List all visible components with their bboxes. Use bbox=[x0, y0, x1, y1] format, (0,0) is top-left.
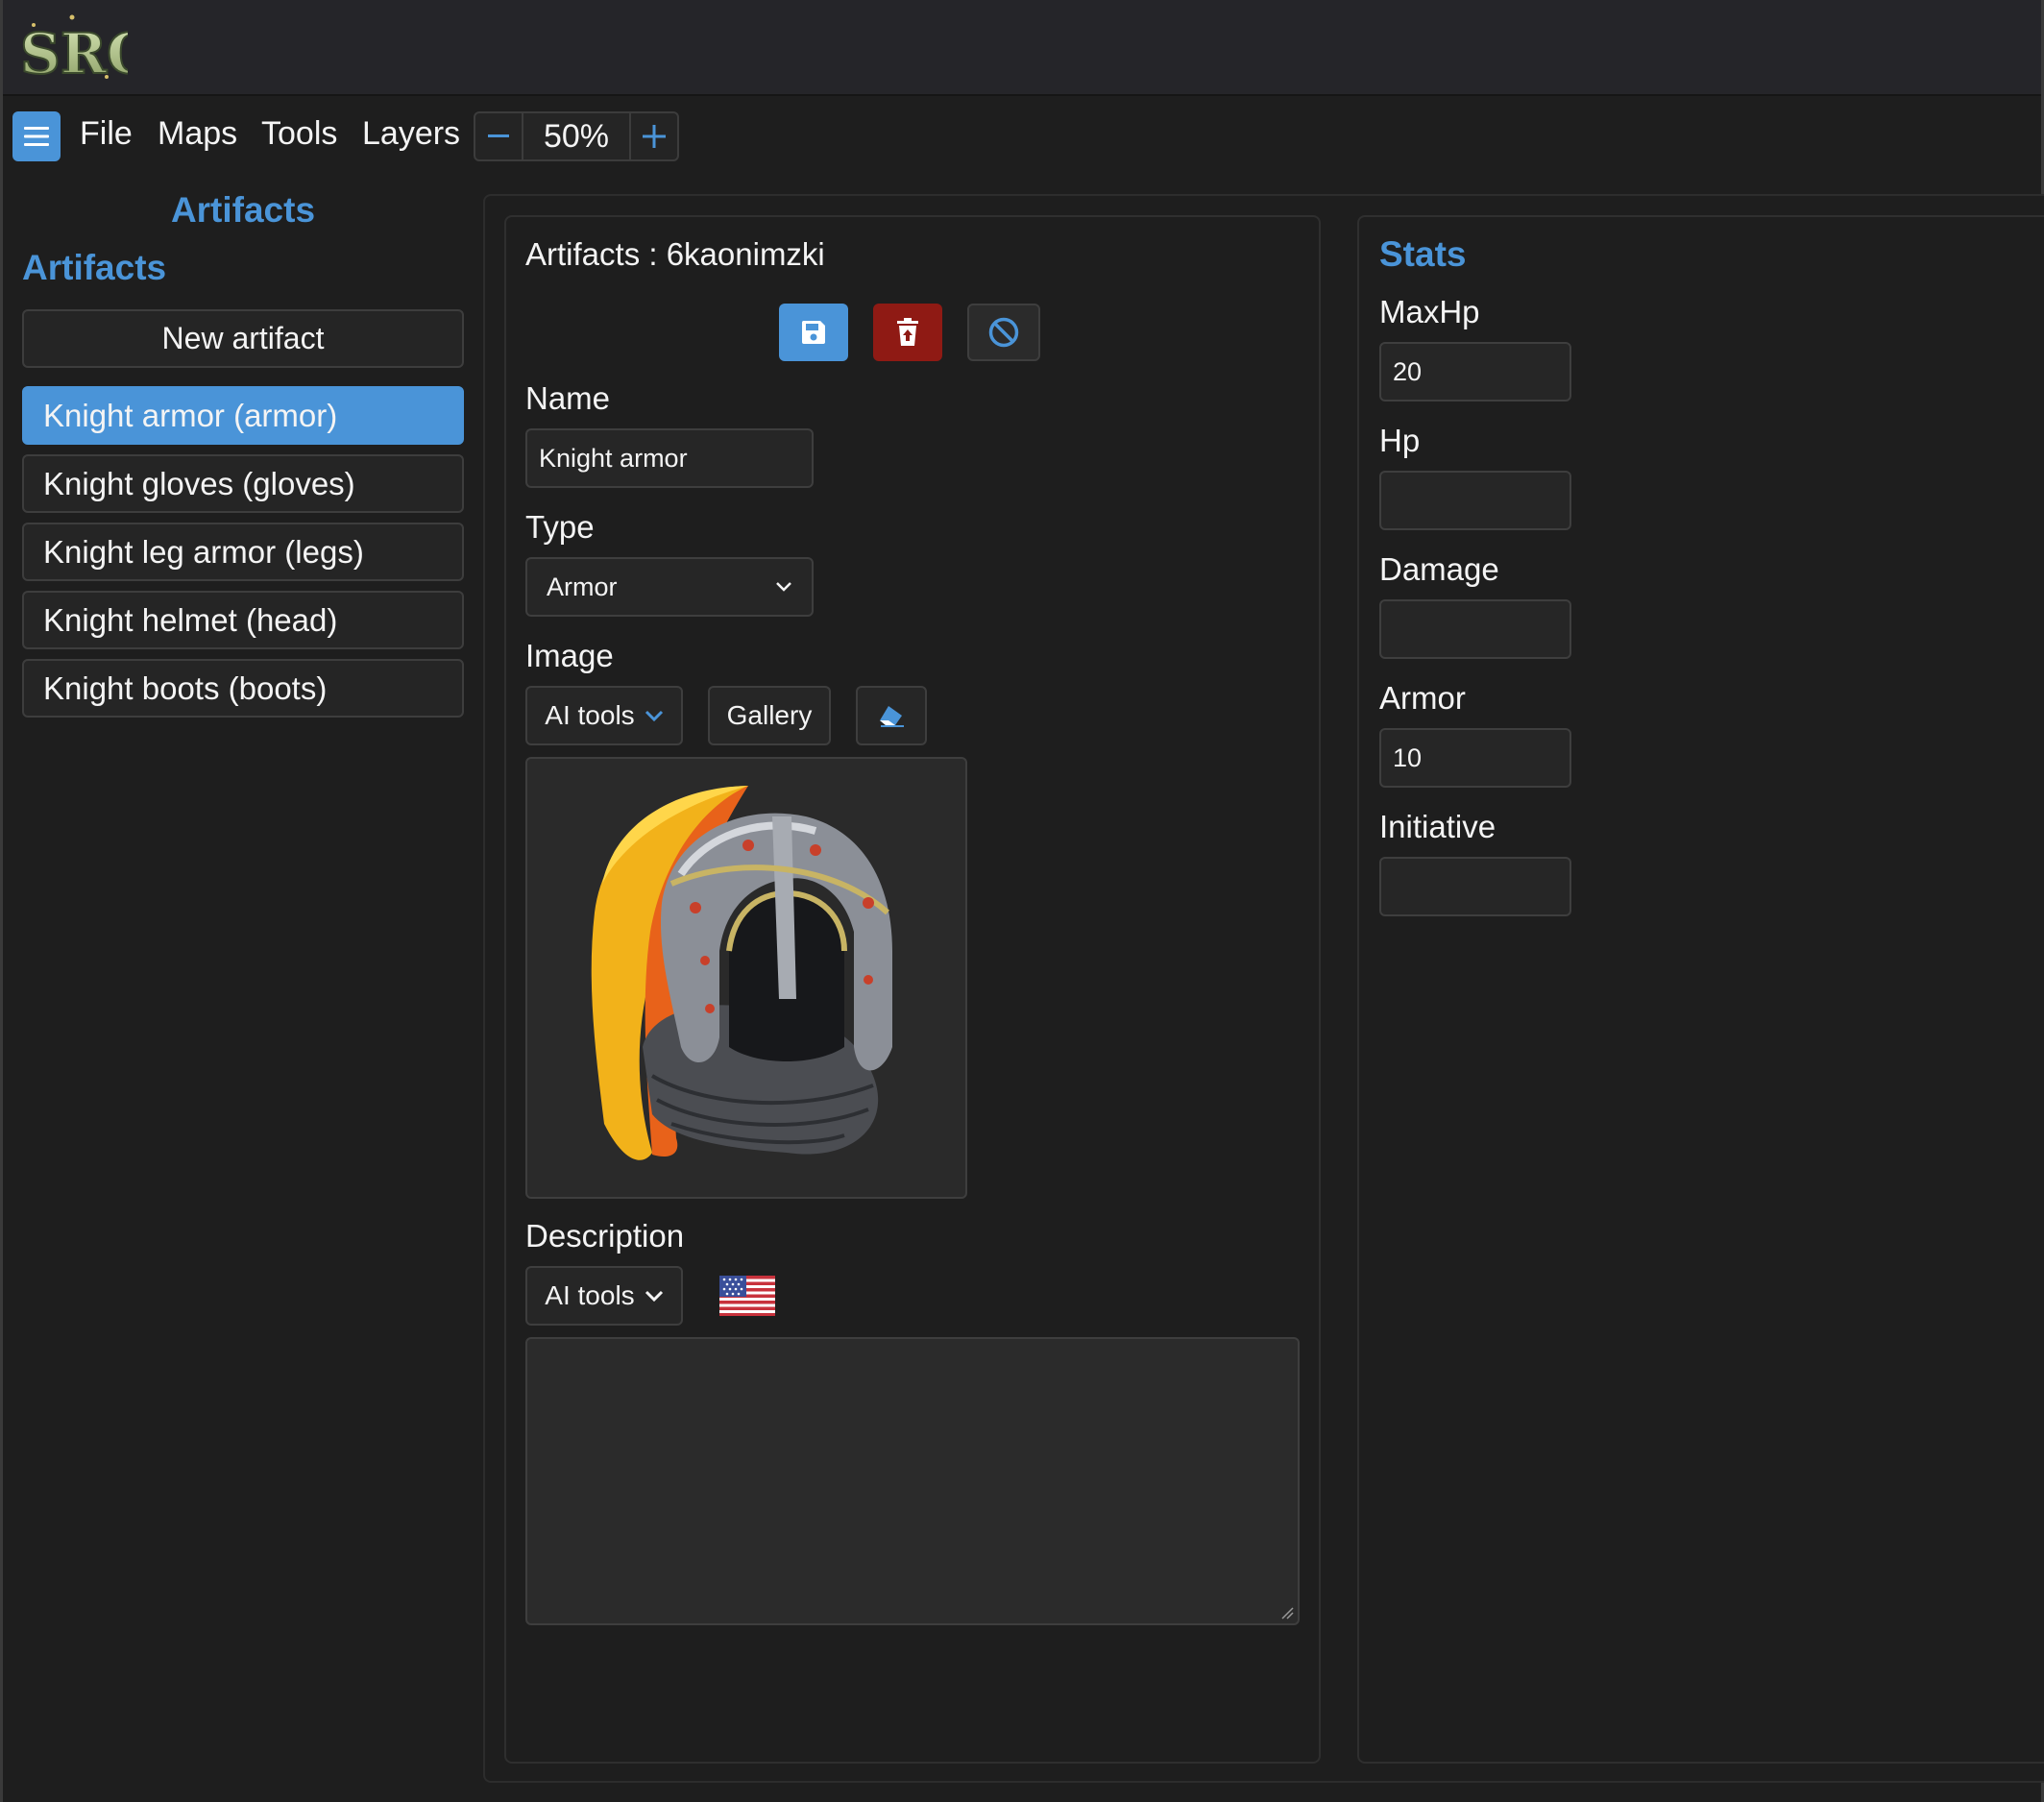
title-bar: SRQ bbox=[3, 0, 2041, 96]
artifact-list-item[interactable]: Knight boots (boots) bbox=[22, 659, 464, 718]
image-label: Image bbox=[525, 638, 614, 673]
name-label: Name bbox=[525, 380, 611, 416]
app-logo: SRQ bbox=[14, 10, 128, 88]
artifact-list-item[interactable]: Knight leg armor (legs) bbox=[22, 523, 464, 581]
chevron-down-icon bbox=[645, 1290, 663, 1302]
sidebar-title: Artifacts bbox=[170, 190, 316, 230]
helmet-image bbox=[591, 786, 892, 1160]
hp-input[interactable] bbox=[1379, 471, 1571, 530]
hamburger-icon bbox=[24, 127, 49, 146]
artifact-list-item[interactable]: Knight gloves (gloves) bbox=[22, 454, 464, 513]
image-ai-tools-label: AI tools bbox=[545, 700, 635, 730]
us-flag-icon[interactable] bbox=[719, 1276, 775, 1316]
app-window: SRQ File Maps Tools Layers 50% bbox=[0, 0, 2044, 1802]
menu-layers[interactable]: Layers bbox=[362, 115, 460, 153]
sidebar-subtitle: Artifacts bbox=[22, 248, 167, 287]
stats-card bbox=[1357, 215, 2044, 1764]
chevron-down-icon bbox=[645, 710, 663, 721]
damage-label: Damage bbox=[1379, 551, 1499, 587]
minus-icon bbox=[488, 134, 509, 137]
image-ai-tools-dropdown[interactable]: AI tools bbox=[525, 686, 683, 745]
menu-file[interactable]: File bbox=[80, 115, 133, 153]
description-ai-tools-label: AI tools bbox=[545, 1280, 635, 1310]
resize-handle-icon[interactable] bbox=[1278, 1604, 1294, 1619]
plus-icon bbox=[643, 125, 666, 148]
type-select[interactable]: Armor bbox=[525, 557, 814, 617]
svg-text:SRQ: SRQ bbox=[20, 21, 128, 86]
zoom-out-button[interactable] bbox=[474, 111, 523, 161]
description-ai-tools-dropdown[interactable]: AI tools bbox=[525, 1266, 683, 1326]
zoom-level: 50% bbox=[523, 111, 629, 161]
hp-label: Hp bbox=[1379, 423, 1421, 458]
armor-input[interactable]: 10 bbox=[1379, 728, 1571, 788]
chevron-down-icon bbox=[776, 582, 791, 592]
menu-toggle-button[interactable] bbox=[12, 111, 61, 161]
artifact-image-preview[interactable] bbox=[525, 757, 967, 1199]
save-icon bbox=[801, 321, 825, 344]
menu-bar: File Maps Tools Layers 50% bbox=[3, 98, 2041, 175]
initiative-label: Initiative bbox=[1379, 809, 1496, 844]
save-button[interactable] bbox=[779, 304, 848, 361]
new-artifact-button[interactable]: New artifact bbox=[22, 309, 464, 368]
cancel-button[interactable] bbox=[967, 304, 1040, 361]
zoom-in-button[interactable] bbox=[629, 111, 679, 161]
eraser-icon bbox=[880, 706, 904, 727]
type-select-value: Armor bbox=[547, 572, 618, 601]
menu-maps[interactable]: Maps bbox=[158, 115, 237, 153]
artifact-list-item[interactable]: Knight helmet (head) bbox=[22, 591, 464, 649]
editor-heading: Artifacts : 6kaonimzki bbox=[525, 236, 825, 272]
stats-heading: Stats bbox=[1379, 234, 1467, 274]
menu-tools[interactable]: Tools bbox=[261, 115, 337, 153]
maxhp-input[interactable]: 20 bbox=[1379, 342, 1571, 402]
description-label: Description bbox=[525, 1218, 685, 1254]
artifact-list-item[interactable]: Knight armor (armor) bbox=[22, 386, 464, 445]
eraser-button[interactable] bbox=[856, 686, 927, 745]
ban-icon bbox=[988, 317, 1019, 348]
description-textarea[interactable] bbox=[525, 1337, 1300, 1625]
type-label: Type bbox=[525, 509, 595, 545]
maxhp-label: MaxHp bbox=[1379, 294, 1480, 329]
delete-button[interactable] bbox=[873, 304, 942, 361]
gallery-button[interactable]: Gallery bbox=[708, 686, 831, 745]
initiative-input[interactable] bbox=[1379, 857, 1571, 916]
damage-input[interactable] bbox=[1379, 599, 1571, 659]
name-input[interactable]: Knight armor bbox=[525, 428, 814, 488]
trash-upload-icon bbox=[897, 318, 918, 346]
armor-label: Armor bbox=[1379, 680, 1466, 716]
zoom-control: 50% bbox=[474, 111, 679, 161]
